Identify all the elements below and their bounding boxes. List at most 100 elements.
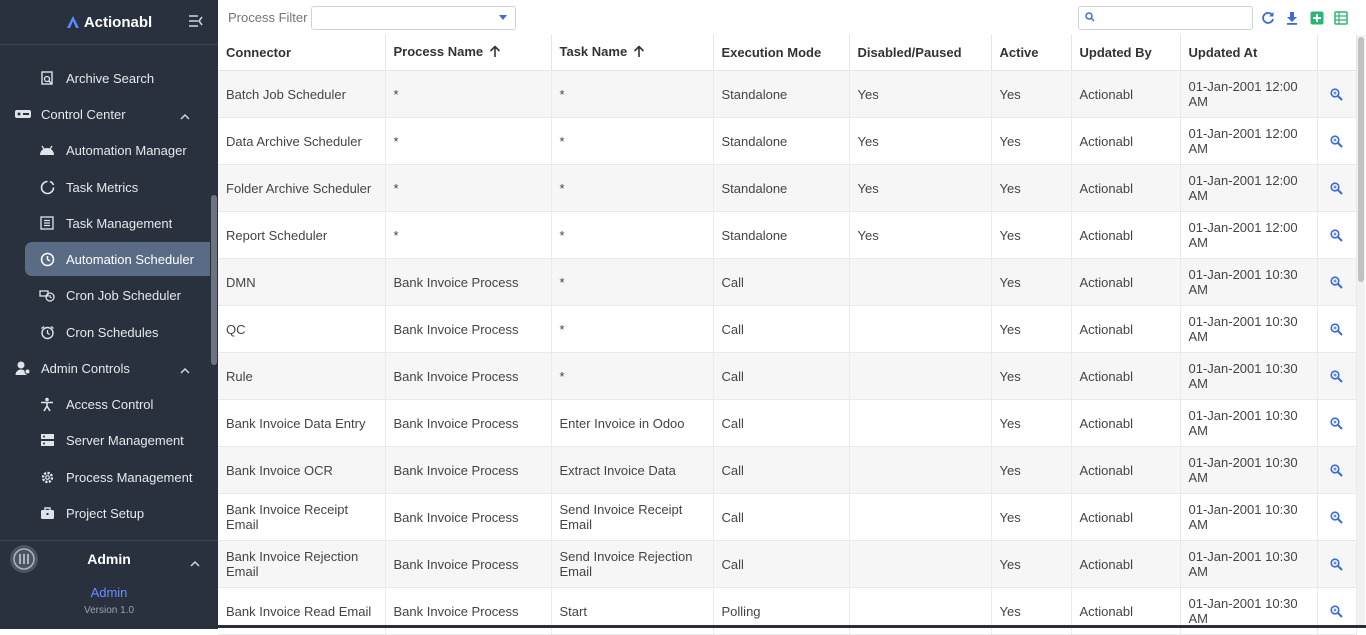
table-row[interactable]: Batch Job Scheduler * * Standalone Yes Yes Act… bbox=[218, 70, 1357, 118]
download-icon[interactable] bbox=[1285, 11, 1299, 25]
table-row[interactable]: Report Scheduler * * Standalone Yes Yes Action… bbox=[218, 211, 1357, 259]
column-header[interactable]: Connector bbox=[218, 35, 386, 71]
sidebar-item-task-management[interactable]: Task Management bbox=[25, 206, 210, 240]
zoom-in-icon[interactable] bbox=[1326, 87, 1348, 101]
zoom-in-icon[interactable] bbox=[1326, 604, 1348, 618]
table-cell: Call bbox=[713, 446, 850, 494]
sidebar-item-server-management[interactable]: Server Management bbox=[25, 423, 210, 457]
zoom-in-icon[interactable] bbox=[1326, 463, 1348, 477]
table-cell: Actionabl bbox=[1071, 164, 1181, 212]
table-row[interactable]: Bank Invoice Rejection Email Bank Invoice… bbox=[218, 540, 1357, 588]
table-row[interactable]: Bank Invoice OCR Bank Invoice Process Extr… bbox=[218, 446, 1357, 494]
metrics-icon bbox=[39, 179, 55, 195]
column-header-label: Active bbox=[999, 45, 1039, 60]
column-header[interactable] bbox=[1317, 35, 1357, 71]
table-cell bbox=[849, 305, 992, 353]
user-name[interactable]: Admin bbox=[0, 551, 218, 567]
sidebar-scrollbar[interactable] bbox=[211, 195, 217, 365]
archive-search-icon bbox=[39, 70, 55, 86]
table-row[interactable]: Rule Bank Invoice Process * Call Yes Actionab… bbox=[218, 352, 1357, 400]
sort-ascending-icon[interactable] bbox=[633, 45, 645, 61]
table-cell: * bbox=[385, 70, 552, 118]
process-filter-select[interactable] bbox=[311, 6, 516, 30]
table-row[interactable]: DMN Bank Invoice Process * Call Yes Actionabl… bbox=[218, 258, 1357, 306]
person-icon bbox=[39, 396, 55, 412]
table-row[interactable]: Folder Archive Scheduler * * Standalone Yes Y… bbox=[218, 164, 1357, 212]
table-row[interactable]: Bank Invoice Data Entry Bank Invoice Proc… bbox=[218, 399, 1357, 447]
table-cell: * bbox=[385, 211, 552, 259]
table-cell: Rule bbox=[218, 352, 386, 400]
sidebar-item-access-control[interactable]: Access Control bbox=[25, 387, 210, 421]
column-header[interactable]: Updated By bbox=[1071, 35, 1181, 71]
table-scrollbar[interactable] bbox=[1357, 35, 1365, 625]
zoom-in-icon[interactable] bbox=[1326, 181, 1348, 195]
column-header[interactable]: Disabled/Paused bbox=[849, 35, 992, 71]
table-cell bbox=[849, 352, 992, 400]
table-cell: Call bbox=[713, 352, 850, 400]
table-cell: Call bbox=[713, 399, 850, 447]
row-action-cell bbox=[1317, 399, 1357, 447]
table-cell: Actionabl bbox=[1071, 352, 1181, 400]
refresh-icon[interactable] bbox=[1261, 11, 1275, 25]
add-icon[interactable] bbox=[1310, 11, 1324, 25]
table-cell: * bbox=[385, 117, 552, 165]
zoom-in-icon[interactable] bbox=[1326, 228, 1348, 242]
chevron-up-icon[interactable] bbox=[190, 555, 200, 570]
table-cell bbox=[849, 540, 992, 588]
zoom-in-icon[interactable] bbox=[1326, 416, 1348, 430]
table-cell: Yes bbox=[849, 164, 992, 212]
table-cell: Call bbox=[713, 493, 850, 541]
table-cell: Actionabl bbox=[1071, 117, 1181, 165]
table-cell: Bank Invoice Process bbox=[385, 305, 552, 353]
sidebar-item-automation-scheduler[interactable]: Automation Scheduler bbox=[25, 242, 210, 276]
sidebar-item-task-metrics[interactable]: Task Metrics bbox=[25, 170, 210, 204]
table-cell: 01-Jan-2001 12:00 AM bbox=[1180, 211, 1318, 259]
sidebar-item-automation-manager[interactable]: Automation Manager bbox=[25, 133, 210, 167]
table-cell: Actionabl bbox=[1071, 70, 1181, 118]
sidebar-item-project-setup[interactable]: Project Setup bbox=[25, 496, 210, 530]
zoom-in-icon[interactable] bbox=[1326, 369, 1348, 383]
chevron-up-icon[interactable] bbox=[180, 108, 190, 123]
sidebar-group-admin-controls[interactable]: Admin Controls bbox=[0, 351, 210, 385]
table-cell: Bank Invoice OCR bbox=[218, 446, 386, 494]
table-cell bbox=[849, 446, 992, 494]
table-row[interactable]: QC Bank Invoice Process * Call Yes Actionabl 0… bbox=[218, 305, 1357, 353]
table-cell: 01-Jan-2001 10:30 AM bbox=[1180, 446, 1318, 494]
table-cell: * bbox=[551, 70, 714, 118]
sidebar-item-process-management[interactable]: Process Management bbox=[25, 460, 210, 494]
table-row[interactable]: Data Archive Scheduler * * Standalone Yes Yes… bbox=[218, 117, 1357, 165]
dropdown-caret-icon bbox=[499, 15, 507, 20]
chevron-up-icon[interactable] bbox=[180, 362, 190, 377]
column-header[interactable]: Execution Mode bbox=[713, 35, 850, 71]
gear-icon bbox=[39, 469, 55, 485]
app-logo[interactable]: Actionabl bbox=[66, 14, 152, 31]
column-header[interactable]: Task Name bbox=[551, 35, 714, 71]
sidebar-item-archive-search[interactable]: Archive Search bbox=[25, 61, 210, 95]
column-header-label: Execution Mode bbox=[721, 45, 822, 60]
process-filter-label: Process Filter bbox=[228, 10, 308, 25]
table-cell: Actionabl bbox=[1071, 446, 1181, 494]
table-cell: 01-Jan-2001 12:00 AM bbox=[1180, 117, 1318, 165]
sidebar-group-control-center[interactable]: Control Center bbox=[0, 97, 210, 131]
list-icon bbox=[39, 215, 55, 231]
export-sheet-icon[interactable] bbox=[1334, 11, 1348, 25]
table-cell bbox=[849, 258, 992, 306]
search-input[interactable] bbox=[1101, 9, 1250, 27]
column-header[interactable]: Updated At bbox=[1180, 35, 1318, 71]
sort-ascending-icon[interactable] bbox=[489, 45, 501, 61]
table-row[interactable]: Bank Invoice Receipt Email Bank Invoice P… bbox=[218, 493, 1357, 541]
column-header[interactable]: Active bbox=[991, 35, 1072, 71]
table-scrollbar-thumb[interactable] bbox=[1358, 37, 1364, 282]
collapse-sidebar-icon[interactable] bbox=[188, 14, 204, 30]
zoom-in-icon[interactable] bbox=[1326, 275, 1348, 289]
sidebar-item-cron-job-scheduler[interactable]: Cron Job Scheduler bbox=[25, 278, 210, 312]
zoom-in-icon[interactable] bbox=[1326, 557, 1348, 571]
search-field[interactable] bbox=[1078, 6, 1253, 30]
zoom-in-icon[interactable] bbox=[1326, 134, 1348, 148]
sidebar-item-cron-schedules[interactable]: Cron Schedules bbox=[25, 315, 210, 349]
sidebar-item-label: Server Management bbox=[66, 432, 184, 448]
zoom-in-icon[interactable] bbox=[1326, 510, 1348, 524]
column-header[interactable]: Process Name bbox=[385, 35, 552, 71]
table-cell: Bank Invoice Process bbox=[385, 258, 552, 306]
zoom-in-icon[interactable] bbox=[1326, 322, 1348, 336]
